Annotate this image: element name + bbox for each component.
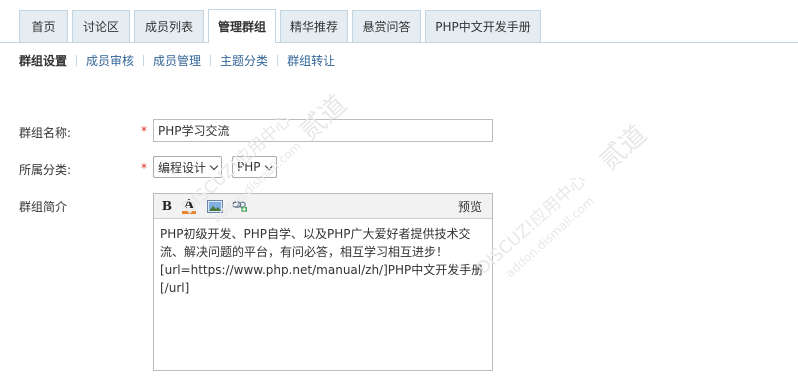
image-icon[interactable] bbox=[207, 198, 223, 214]
subnav-divider bbox=[210, 54, 212, 66]
tab-members[interactable]: 成员列表 bbox=[134, 10, 204, 42]
font-color-letter: A bbox=[184, 196, 194, 211]
tab-php-manual[interactable]: PHP中文开发手册 bbox=[425, 10, 541, 42]
subnav-member-review[interactable]: 成员审核 bbox=[86, 52, 134, 69]
editor-toolbar: B A 预览 bbox=[154, 194, 492, 219]
category-secondary-select[interactable]: PHP bbox=[232, 156, 277, 178]
required-mark: * bbox=[141, 124, 147, 138]
intro-editor-content[interactable]: PHP初级开发、PHP自学、以及PHP广大爱好者提供技术交流、解决问题的平台，有… bbox=[154, 219, 492, 303]
category-label: 所属分类: bbox=[19, 163, 72, 177]
subnav-member-management[interactable]: 成员管理 bbox=[153, 52, 201, 69]
chevron-down-icon bbox=[209, 161, 219, 170]
category-primary-select[interactable]: 编程设计 bbox=[153, 156, 223, 178]
group-name-input[interactable] bbox=[153, 119, 493, 142]
watermark-mark: 贰道 bbox=[594, 119, 653, 177]
bold-icon[interactable]: B bbox=[159, 198, 175, 214]
required-mark: * bbox=[141, 161, 147, 175]
tab-featured[interactable]: 精华推荐 bbox=[280, 10, 348, 42]
tab-discussion[interactable]: 讨论区 bbox=[72, 10, 130, 42]
category-secondary-value: PHP bbox=[237, 160, 261, 174]
tab-bar: 首页 讨论区 成员列表 管理群组 精华推荐 悬赏问答 PHP中文开发手册 bbox=[0, 0, 798, 43]
intro-editor: B A 预览 PHP初级开发、PHP自学、以及PHP广大爱好者提供技术交流、解决… bbox=[153, 193, 493, 371]
subnav-divider bbox=[143, 54, 145, 66]
font-color-icon[interactable]: A bbox=[181, 198, 197, 214]
subnav-topic-categories[interactable]: 主题分类 bbox=[220, 52, 268, 69]
tab-baseline bbox=[0, 42, 798, 43]
group-name-label: 群组名称: bbox=[19, 126, 72, 140]
link-icon[interactable] bbox=[232, 198, 248, 214]
group-intro-label: 群组简介 bbox=[19, 200, 68, 214]
tab-manage-group[interactable]: 管理群组 bbox=[208, 9, 276, 43]
watermark-domain: addon.dismall.com bbox=[503, 193, 597, 281]
chevron-down-icon bbox=[264, 161, 273, 170]
category-primary-value: 编程设计 bbox=[158, 160, 207, 175]
subnav-group-transfer[interactable]: 群组转让 bbox=[287, 52, 335, 69]
sub-navigation: 群组设置 成员审核 成员管理 主题分类 群组转让 bbox=[19, 52, 335, 68]
tab-home[interactable]: 首页 bbox=[19, 10, 68, 42]
preview-button[interactable]: 预览 bbox=[458, 198, 482, 215]
subnav-divider bbox=[76, 54, 78, 66]
subnav-group-settings[interactable]: 群组设置 bbox=[19, 52, 67, 69]
tab-bounty-qa[interactable]: 悬赏问答 bbox=[352, 10, 421, 42]
subnav-divider bbox=[277, 54, 279, 66]
font-color-swatch bbox=[182, 210, 196, 214]
